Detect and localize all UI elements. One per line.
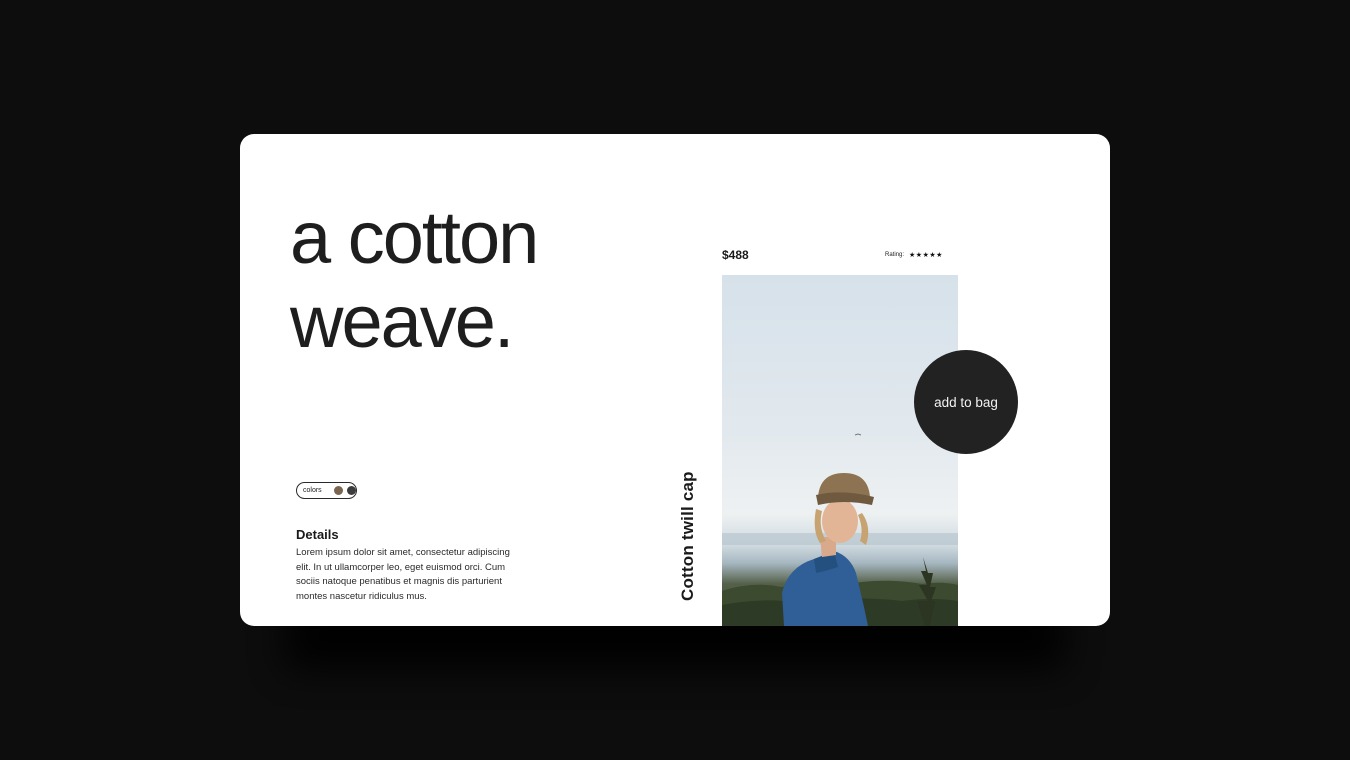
rating-stars-icon: ★★★★★ bbox=[909, 251, 943, 259]
page-stage: a cotton weave. colors Details Lorem ips… bbox=[0, 0, 1350, 760]
hero-headline-line-1: a cotton bbox=[290, 196, 539, 279]
photo-woman-in-cap-icon bbox=[722, 433, 958, 626]
details-description: Lorem ipsum dolor sit amet, consectetur … bbox=[296, 547, 510, 602]
product-photo bbox=[722, 275, 958, 626]
color-swatch-brown[interactable] bbox=[333, 486, 343, 495]
color-selector-label: colors bbox=[303, 487, 322, 494]
color-swatch-charcoal[interactable] bbox=[346, 486, 356, 495]
color-selector[interactable]: colors bbox=[296, 482, 357, 499]
product-rating: Rating: ★★★★★ bbox=[885, 251, 943, 259]
product-name: Cotton twill cap bbox=[678, 471, 697, 601]
details-heading: Details bbox=[296, 527, 339, 542]
product-price: $488 bbox=[722, 248, 749, 262]
hero-headline-line-2: weave. bbox=[290, 280, 514, 363]
hero-headline: a cotton weave. bbox=[290, 196, 539, 364]
rating-label: Rating: bbox=[885, 252, 905, 258]
product-card: a cotton weave. colors Details Lorem ips… bbox=[240, 134, 1110, 626]
add-to-bag-button[interactable]: add to bag bbox=[914, 350, 1018, 454]
